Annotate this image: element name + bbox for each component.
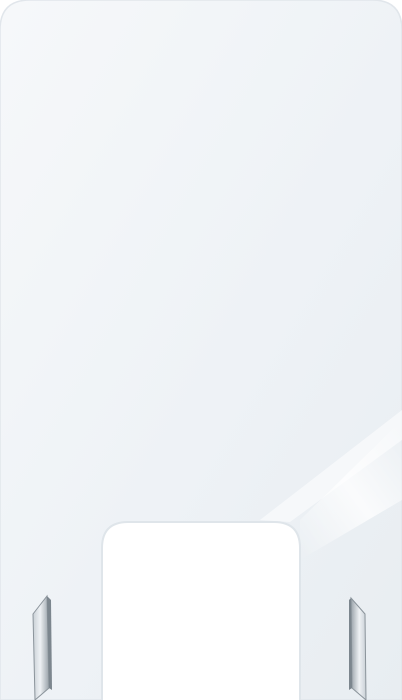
sneeze-guard-illustration	[0, 0, 402, 700]
left-stand-foot	[32, 594, 52, 700]
right-stand-foot	[349, 596, 367, 700]
cutout-edge	[101, 521, 301, 700]
product-photo	[0, 0, 402, 700]
acrylic-panel	[0, 0, 402, 700]
